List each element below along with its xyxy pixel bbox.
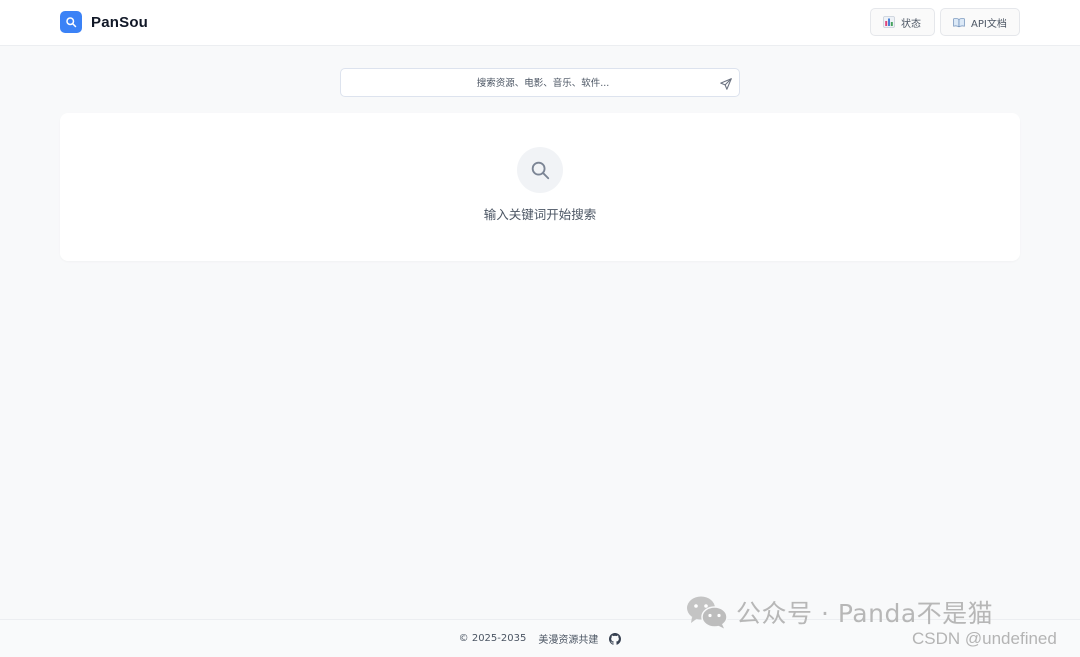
brand[interactable]: PanSou (60, 11, 148, 33)
send-icon[interactable] (719, 76, 733, 90)
brand-name: PanSou (91, 13, 149, 31)
copyright-text: © 2025-2035 (458, 633, 527, 644)
brand-search-icon (60, 11, 82, 33)
search-input[interactable] (341, 69, 745, 98)
api-docs-label: API文档 (971, 18, 1007, 30)
bar-chart-icon (883, 16, 895, 28)
open-book-icon (953, 16, 965, 28)
empty-state-text: 输入关键词开始搜索 (483, 207, 597, 222)
results-card: 输入关键词开始搜索 (60, 113, 1020, 261)
footer-link[interactable]: 美漫资源共建 (538, 631, 598, 646)
watermark: 公众号 · Panda不是猫 (686, 594, 993, 630)
search-bar (340, 68, 745, 98)
watermark-text: 公众号 · Panda不是猫 (736, 599, 994, 628)
top-header: PanSou 状态 API文档 (0, 0, 1080, 46)
api-docs-button[interactable]: API文档 (940, 8, 1020, 36)
github-icon[interactable] (609, 632, 622, 645)
empty-search-icon (517, 147, 563, 193)
wechat-icon (686, 595, 728, 629)
status-label: 状态 (901, 18, 921, 30)
watermark-csdn: CSDN @undefined (912, 629, 1057, 648)
status-button[interactable]: 状态 (870, 8, 935, 36)
